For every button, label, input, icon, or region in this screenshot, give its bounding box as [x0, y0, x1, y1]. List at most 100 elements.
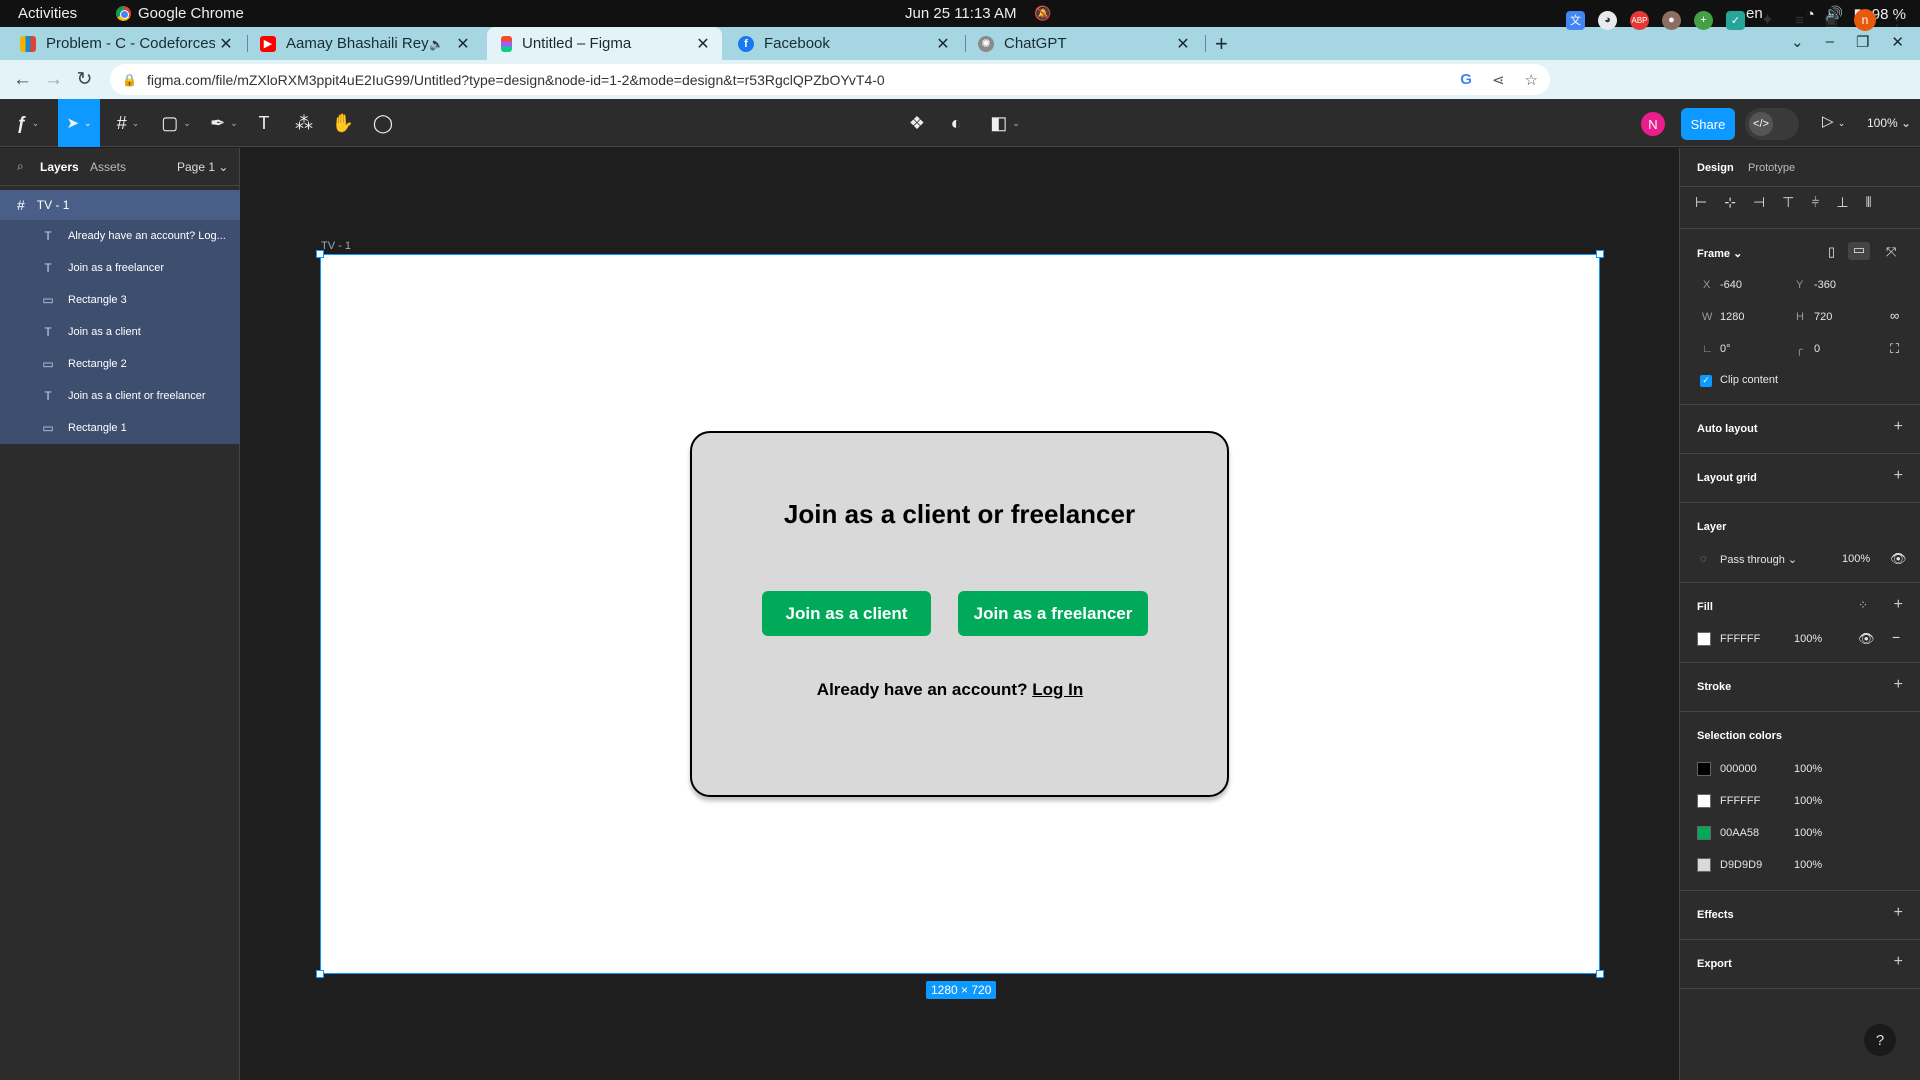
resize-handle[interactable]: [316, 250, 324, 258]
selection-color-opacity[interactable]: 100%: [1794, 795, 1822, 807]
address-bar[interactable]: 🔒 figma.com/file/mZXloRXM3ppit4uE2IuG99/…: [110, 64, 1550, 95]
layer-opacity-input[interactable]: 100%: [1842, 553, 1870, 565]
help-button[interactable]: ?: [1864, 1024, 1896, 1056]
layer-row[interactable]: T Join as a client: [0, 316, 240, 348]
width-input[interactable]: 1280: [1720, 311, 1744, 323]
component-tool[interactable]: ❖: [905, 99, 929, 147]
landscape-icon[interactable]: ▭: [1848, 242, 1870, 260]
layer-row[interactable]: T Join as a freelancer: [0, 252, 240, 284]
add-export-icon[interactable]: +: [1894, 953, 1903, 971]
add-effect-icon[interactable]: +: [1894, 904, 1903, 922]
layer-row[interactable]: ▭ Rectangle 3: [0, 284, 240, 316]
close-tab-icon[interactable]: ✕: [215, 34, 237, 54]
frame-tool[interactable]: # ⌄: [108, 99, 148, 147]
align-top-icon[interactable]: ⊤: [1782, 194, 1794, 211]
frame-label[interactable]: TV - 1: [321, 240, 351, 252]
green-plus-extension-icon[interactable]: +: [1694, 10, 1713, 30]
close-tab-icon[interactable]: ✕: [1172, 34, 1194, 54]
url-text[interactable]: figma.com/file/mZXloRXM3ppit4uE2IuG99/Un…: [147, 72, 885, 88]
align-right-icon[interactable]: ⊣: [1753, 194, 1765, 211]
dev-mode-toggle[interactable]: </>: [1745, 108, 1799, 140]
share-button[interactable]: Share: [1681, 108, 1735, 140]
close-tab-icon[interactable]: ✕: [932, 34, 954, 54]
forward-arrow-icon[interactable]: →: [38, 69, 69, 91]
style-grid-icon[interactable]: ⁘: [1858, 598, 1868, 612]
corner-radius-input[interactable]: 0: [1814, 343, 1820, 355]
chrome-menu-icon[interactable]: ⋮: [1889, 10, 1905, 30]
reading-list-icon[interactable]: ≡: [1790, 11, 1809, 30]
add-stroke-icon[interactable]: +: [1894, 676, 1903, 694]
search-icon[interactable]: ⌕: [17, 159, 24, 174]
layer-row[interactable]: ▭ Rectangle 2: [0, 348, 240, 380]
back-arrow-icon[interactable]: ←: [7, 69, 38, 91]
page-selector[interactable]: Page 1 ⌄: [177, 160, 228, 174]
tab-assets[interactable]: Assets: [90, 160, 126, 174]
resize-handle[interactable]: [316, 970, 324, 978]
mask-tool[interactable]: ◐: [944, 99, 968, 147]
tab-prototype[interactable]: Prototype: [1748, 162, 1795, 174]
comment-tool[interactable]: ◯: [371, 99, 395, 147]
join-client-button[interactable]: Join as a client: [762, 591, 931, 636]
tab-design[interactable]: Design: [1697, 162, 1734, 174]
pen-tool[interactable]: ✒ ⌄: [204, 99, 244, 147]
tab-chatgpt[interactable]: ✺ ChatGPT ✕: [966, 27, 1202, 60]
minimize-icon[interactable]: –: [1826, 33, 1834, 51]
selection-color-swatch[interactable]: [1697, 858, 1711, 872]
selection-color-hex[interactable]: FFFFFF: [1720, 795, 1760, 807]
align-middle-v-icon[interactable]: ⫩: [1811, 194, 1819, 211]
present-button[interactable]: ▷ ⌄: [1822, 112, 1845, 130]
adblock-extension-icon[interactable]: ABP: [1630, 10, 1649, 30]
frame-section-title[interactable]: Frame ⌄: [1697, 247, 1742, 260]
selection-color-hex[interactable]: D9D9D9: [1720, 859, 1762, 871]
tab-facebook[interactable]: f Facebook ✕: [726, 27, 962, 60]
selection-color-swatch[interactable]: [1697, 762, 1711, 776]
eye-icon[interactable]: 👁: [1858, 631, 1875, 647]
zoom-dropdown[interactable]: 100% ⌄: [1867, 116, 1911, 130]
tab-youtube[interactable]: ▶ Aamay Bhashaili Rey | 🔈 ✕: [238, 27, 482, 60]
bookmark-star-icon[interactable]: ☆: [1525, 71, 1538, 89]
blend-mode-dropdown[interactable]: Pass through ⌄: [1720, 553, 1797, 566]
side-panel-icon[interactable]: ▣: [1822, 11, 1841, 30]
resize-handle[interactable]: [1596, 250, 1604, 258]
selection-color-opacity[interactable]: 100%: [1794, 827, 1822, 839]
align-center-h-icon[interactable]: ⊹: [1724, 194, 1736, 211]
y-input[interactable]: -360: [1814, 279, 1836, 291]
color-extension-icon[interactable]: ◕: [1598, 10, 1617, 30]
activities-button[interactable]: Activities: [18, 5, 77, 22]
fill-hex-input[interactable]: FFFFFF: [1720, 633, 1760, 645]
fill-opacity-input[interactable]: 100%: [1794, 633, 1822, 645]
resources-tool[interactable]: ⁂: [292, 99, 316, 147]
app-menu[interactable]: Google Chrome: [116, 5, 244, 22]
shape-tool[interactable]: ▢ ⌄: [156, 99, 196, 147]
tab-layers[interactable]: Layers: [40, 160, 79, 174]
distribute-icon[interactable]: ⫴: [1866, 194, 1872, 211]
add-auto-layout-icon[interactable]: +: [1894, 418, 1903, 436]
resize-handle[interactable]: [1596, 970, 1604, 978]
puzzle-extensions-icon[interactable]: ✦: [1758, 11, 1777, 30]
mute-tab-icon[interactable]: 🔈: [429, 37, 444, 51]
layer-row[interactable]: ▭ Rectangle 1: [0, 412, 240, 444]
x-input[interactable]: -640: [1720, 279, 1742, 291]
constrain-proportions-icon[interactable]: ∞: [1890, 308, 1899, 323]
selection-color-hex[interactable]: 000000: [1720, 763, 1757, 775]
clip-content-checkbox[interactable]: ✓: [1700, 374, 1712, 387]
layer-row[interactable]: T Already have an account? Log...: [0, 220, 240, 252]
text-tool[interactable]: T: [252, 99, 276, 147]
new-tab-button[interactable]: +: [1215, 31, 1228, 57]
profile-avatar[interactable]: n: [1854, 9, 1876, 31]
selection-color-swatch[interactable]: [1697, 826, 1711, 840]
lock-icon[interactable]: 🔒: [122, 73, 137, 87]
close-tab-icon[interactable]: ✕: [692, 34, 714, 54]
tab-figma[interactable]: Untitled – Figma ✕: [487, 27, 722, 60]
eye-icon[interactable]: 👁: [1890, 551, 1907, 567]
signup-card[interactable]: Join as a client or freelancer Join as a…: [690, 431, 1229, 797]
layer-row[interactable]: T Join as a client or freelancer: [0, 380, 240, 412]
share-icon[interactable]: ⋖: [1492, 71, 1505, 89]
figma-main-menu[interactable]: ƒ ⌄: [8, 99, 48, 147]
selection-color-opacity[interactable]: 100%: [1794, 859, 1822, 871]
independent-corners-icon[interactable]: ⛶: [1890, 341, 1899, 357]
join-freelancer-button[interactable]: Join as a freelancer: [958, 591, 1148, 636]
selection-color-opacity[interactable]: 100%: [1794, 763, 1822, 775]
shield-extension-icon[interactable]: ✓: [1726, 10, 1745, 30]
close-tab-icon[interactable]: ✕: [452, 34, 474, 54]
